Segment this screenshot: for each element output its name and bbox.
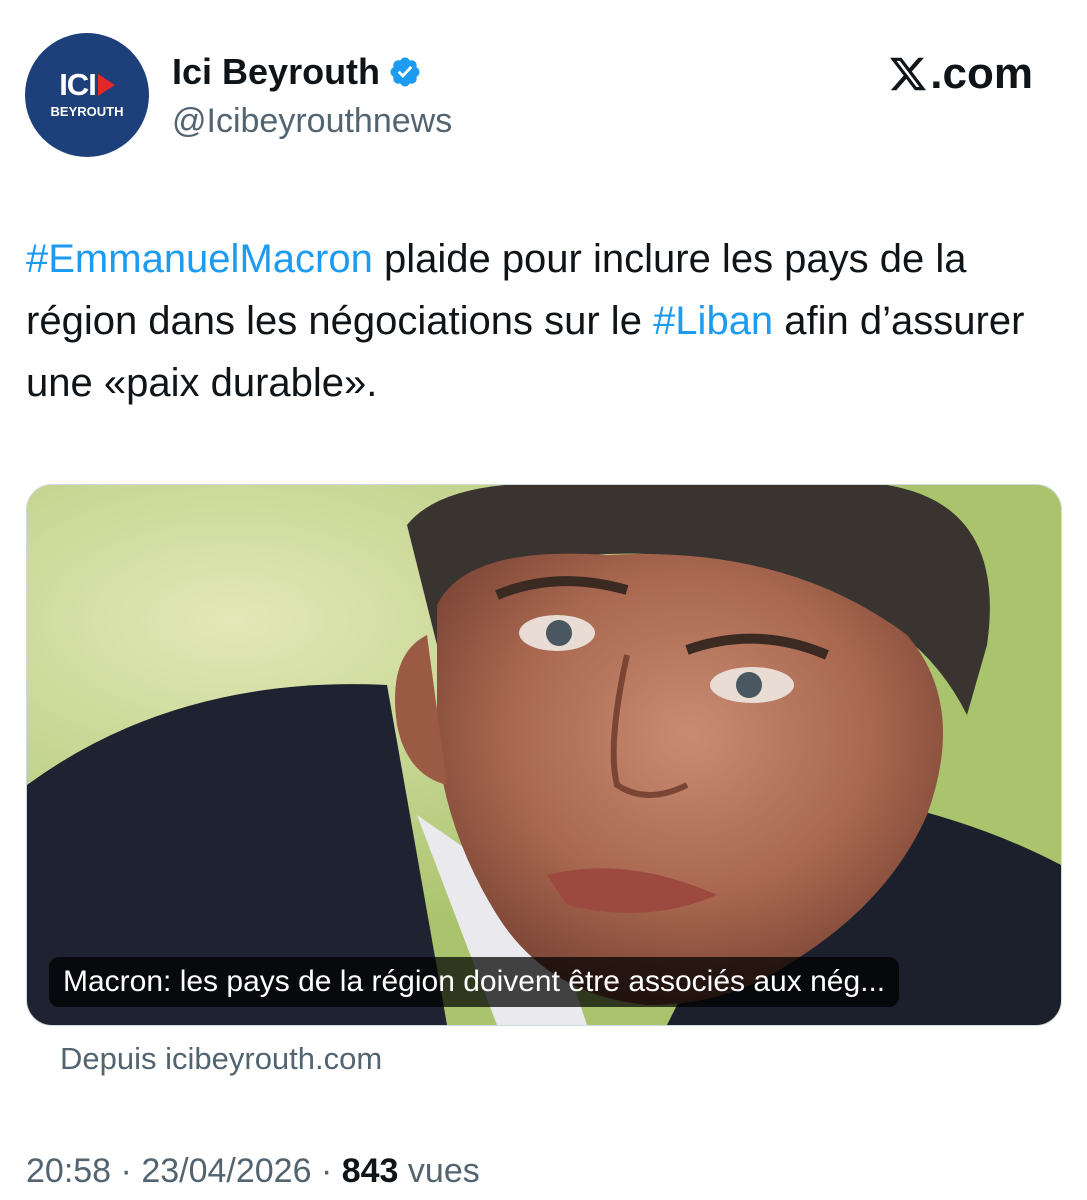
display-name[interactable]: Ici Beyrouth (172, 50, 380, 94)
link-preview-card[interactable]: Macron: les pays de la région doivent êt… (26, 484, 1062, 1026)
card-source-link[interactable]: Depuis icibeyrouth.com (60, 1038, 382, 1080)
logo-beyrouth-text: BEYROUTH (50, 104, 124, 119)
meta-separator: · (120, 1152, 132, 1190)
meta-separator: · (320, 1152, 333, 1190)
x-logo: .com (888, 48, 1033, 100)
hashtag-link-macron[interactable]: #EmmanuelMacron (26, 237, 373, 281)
verified-badge-icon (390, 57, 420, 87)
views-count: 843 (341, 1152, 399, 1190)
author-name-row[interactable]: Ici Beyrouth (172, 50, 422, 94)
logo-ici-text: ICI (59, 67, 97, 102)
card-title[interactable]: Macron: les pays de la région doivent êt… (49, 957, 900, 1007)
avatar[interactable]: ICI BEYROUTH (25, 33, 149, 157)
tweet-date[interactable]: 23/04/2026 (141, 1152, 311, 1190)
tweet-time[interactable]: 20:58 (26, 1152, 111, 1190)
hashtag-link-liban[interactable]: #Liban (653, 299, 773, 343)
ici-beyrouth-logo: ICI (59, 69, 115, 100)
tweet-meta: 20:58 · 23/04/2026 · 843 vues (26, 1148, 480, 1194)
views-label: vues (407, 1152, 480, 1190)
account-handle[interactable]: @Icibeyrouthnews (172, 100, 452, 142)
x-brand-icon (890, 57, 927, 91)
tweet-text: #EmmanuelMacron plaide pour inclure les … (26, 228, 1056, 414)
x-domain-text: .com (930, 49, 1033, 98)
play-icon (97, 73, 115, 96)
article-photo (27, 485, 1061, 1025)
